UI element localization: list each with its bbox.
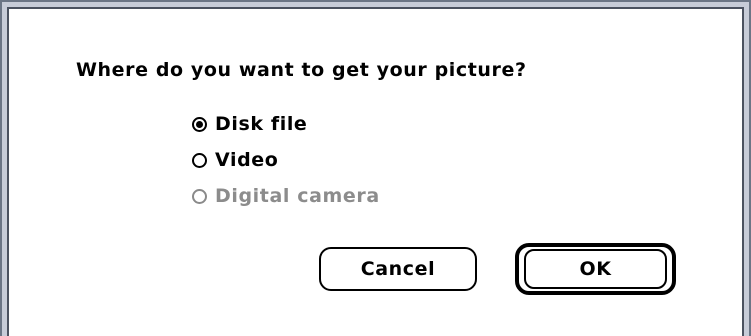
ok-button[interactable]: OK: [524, 249, 667, 289]
radio-selected-icon[interactable]: [192, 116, 207, 132]
picture-source-dialog: Where do you want to get your picture? D…: [0, 0, 751, 336]
radio-unselected-icon: [192, 188, 207, 204]
radio-option-video[interactable]: Video: [192, 142, 380, 178]
radio-option-disk-file[interactable]: Disk file: [192, 106, 380, 142]
radio-label-disk-file[interactable]: Disk file: [215, 113, 307, 135]
radio-option-digital-camera: Digital camera: [192, 178, 380, 214]
radio-label-digital-camera: Digital camera: [215, 185, 380, 207]
radio-label-video[interactable]: Video: [215, 149, 278, 171]
radio-unselected-icon[interactable]: [192, 152, 207, 168]
dialog-prompt: Where do you want to get your picture?: [76, 59, 527, 81]
cancel-button[interactable]: Cancel: [319, 247, 477, 291]
picture-source-radio-group: Disk file Video Digital camera: [192, 106, 380, 214]
